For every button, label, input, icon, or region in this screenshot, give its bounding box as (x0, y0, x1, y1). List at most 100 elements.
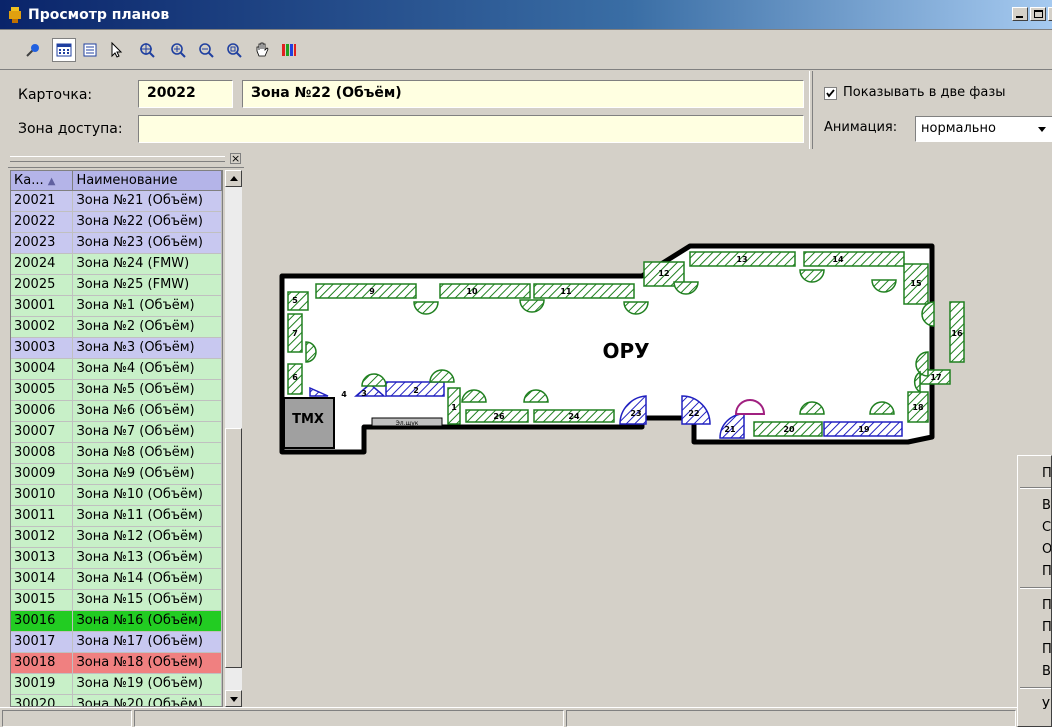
minimize-button[interactable] (1012, 7, 1028, 21)
table-row[interactable]: 30002 Зона №2 (Объём) (11, 317, 222, 338)
row-code: 30007 (11, 422, 74, 443)
maximize-button[interactable] (1030, 7, 1046, 21)
row-code: 30006 (11, 401, 74, 422)
context-menu-item[interactable]: В (1042, 664, 1051, 679)
row-code: 20022 (11, 212, 74, 233)
svg-text:9: 9 (369, 287, 375, 296)
svg-text:15: 15 (910, 279, 922, 288)
options-panel: Показывать в две фазы Анимация: нормальн… (812, 71, 1052, 149)
row-name: Зона №7 (Объём) (73, 422, 222, 443)
status-bar (0, 707, 1052, 727)
table-row[interactable]: 30006 Зона №6 (Объём) (11, 401, 222, 422)
animation-label: Анимация: (824, 120, 898, 135)
row-code: 30016 (11, 611, 74, 632)
context-menu-item[interactable]: В (1042, 498, 1051, 513)
two-phase-checkbox[interactable] (824, 87, 837, 100)
table-row[interactable]: 30011 Зона №11 (Объём) (11, 506, 222, 527)
row-name: Зона №16 (Объём) (73, 611, 222, 632)
table-row[interactable]: 30013 Зона №13 (Объём) (11, 548, 222, 569)
hand-icon[interactable] (250, 38, 274, 62)
table-row[interactable]: 20021 Зона №21 (Объём) (11, 191, 222, 212)
row-code: 30002 (11, 317, 74, 338)
table-row[interactable]: 30007 Зона №7 (Объём) (11, 422, 222, 443)
row-code: 30018 (11, 653, 74, 674)
close-button[interactable] (1048, 7, 1052, 21)
zone-table: Ка... ▲ Наименование 20021 Зона №21 (Объё… (10, 170, 223, 707)
pointer-icon[interactable] (104, 38, 128, 62)
switchboard-label: Эл.щук (396, 420, 419, 427)
scroll-down-button[interactable] (225, 690, 242, 707)
table-row[interactable]: 30012 Зона №12 (Объём) (11, 527, 222, 548)
panel-grip[interactable] (10, 156, 225, 162)
context-menu-item[interactable]: П (1042, 466, 1051, 481)
table-row[interactable]: 30015 Зона №15 (Объём) (11, 590, 222, 611)
zoom-in-icon[interactable] (166, 38, 190, 62)
animation-select[interactable]: нормально (915, 116, 1052, 142)
row-code: 30019 (11, 674, 74, 695)
row-name: Зона №9 (Объём) (73, 464, 222, 485)
table-row[interactable]: 30020 Зона №20 (Объём) (11, 695, 222, 706)
row-code: 20021 (11, 191, 74, 212)
title-bar: Просмотр планов (0, 0, 1052, 30)
table-row[interactable]: 20022 Зона №22 (Объём) (11, 212, 222, 233)
table-row[interactable]: 20025 Зона №25 (FMW) (11, 275, 222, 296)
context-menu-item[interactable]: П (1042, 620, 1051, 635)
row-name: Зона №5 (Объём) (73, 380, 222, 401)
table-row[interactable]: 30018 Зона №18 (Объём) (11, 653, 222, 674)
col-header-name[interactable]: Наименование (73, 171, 222, 190)
row-name: Зона №2 (Объём) (73, 317, 222, 338)
plan-canvas[interactable]: 9 10 11 13 14 12 7 6 26 24 20 19 215 4 3 23 22 21 15… (244, 152, 1052, 707)
table-row[interactable]: 30003 Зона №3 (Объём) (11, 338, 222, 359)
card-name-field[interactable]: Зона №22 (Объём) (242, 80, 804, 108)
table-row[interactable]: 30017 Зона №17 (Объём) (11, 632, 222, 653)
plan-view-icon[interactable] (52, 38, 76, 62)
context-menu-item[interactable]: О (1042, 542, 1051, 557)
layers-icon[interactable] (277, 38, 301, 62)
menu-separator (1020, 587, 1051, 589)
zoom-out-icon[interactable] (194, 38, 218, 62)
row-name: Зона №19 (Объём) (73, 674, 222, 695)
table-row[interactable]: 30014 Зона №14 (Объём) (11, 569, 222, 590)
table-row[interactable]: 30008 Зона №8 (Объём) (11, 443, 222, 464)
pin-icon[interactable] (21, 38, 45, 62)
row-code: 30015 (11, 590, 74, 611)
card-number-field[interactable]: 20022 (138, 80, 233, 108)
svg-text:22: 22 (688, 409, 699, 418)
table-row[interactable]: 30009 Зона №9 (Объём) (11, 464, 222, 485)
context-menu-item[interactable]: С (1042, 520, 1051, 535)
svg-text:2: 2 (413, 386, 419, 395)
context-menu-item[interactable]: П (1042, 642, 1051, 657)
zoom-fit-icon[interactable] (135, 38, 159, 62)
menu-separator (1020, 687, 1051, 689)
table-row[interactable]: 30016 Зона №16 (Объём) (11, 611, 222, 632)
row-code: 30012 (11, 527, 74, 548)
panel-close-icon[interactable]: × (230, 153, 241, 164)
zoom-window-icon[interactable] (222, 38, 246, 62)
table-row[interactable]: 30001 Зона №1 (Объём) (11, 296, 222, 317)
list-scrollbar[interactable] (225, 170, 242, 707)
col-header-code[interactable]: Ка... ▲ (11, 171, 74, 190)
svg-text:17: 17 (930, 373, 941, 382)
svg-text:24: 24 (568, 412, 580, 421)
table-row[interactable]: 30010 Зона №10 (Объём) (11, 485, 222, 506)
row-name: Зона №25 (FMW) (73, 275, 222, 296)
table-row[interactable]: 30005 Зона №5 (Объём) (11, 380, 222, 401)
row-name: Зона №4 (Объём) (73, 359, 222, 380)
context-menu-item[interactable]: У (1042, 698, 1050, 713)
context-menu-item[interactable]: П (1042, 598, 1051, 613)
context-menu-item[interactable]: П (1042, 564, 1051, 579)
table-row[interactable]: 20023 Зона №23 (Объём) (11, 233, 222, 254)
scroll-up-button[interactable] (225, 170, 242, 187)
row-code: 30011 (11, 506, 74, 527)
row-code: 20024 (11, 254, 74, 275)
access-zone-field[interactable] (138, 115, 804, 143)
table-row[interactable]: 30004 Зона №4 (Объём) (11, 359, 222, 380)
panel-header: × (8, 152, 244, 168)
row-code: 30020 (11, 695, 74, 706)
list-view-icon[interactable] (78, 38, 102, 62)
row-name: Зона №11 (Объём) (73, 506, 222, 527)
table-row[interactable]: 20024 Зона №24 (FMW) (11, 254, 222, 275)
scroll-thumb[interactable] (225, 428, 242, 668)
row-name: Зона №13 (Объём) (73, 548, 222, 569)
table-row[interactable]: 30019 Зона №19 (Объём) (11, 674, 222, 695)
